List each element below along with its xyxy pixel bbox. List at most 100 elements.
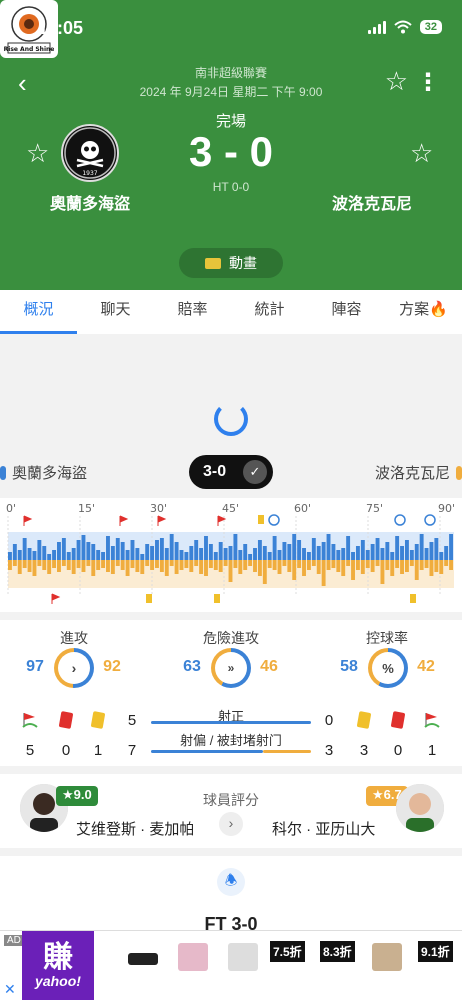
home-momentum-bar	[101, 552, 106, 560]
home-momentum-bar	[71, 548, 76, 560]
ad-tag: AD	[4, 935, 24, 946]
more-menu-icon[interactable]: ⋮	[416, 68, 440, 97]
tab-plans[interactable]: 方案🔥	[385, 290, 462, 334]
away-corners-count: 1	[427, 742, 437, 759]
ad-close-icon[interactable]: ✕	[4, 981, 16, 998]
home-momentum-bar	[223, 548, 228, 560]
away-yellow-card-icon	[354, 710, 374, 730]
home-momentum-bar	[174, 542, 179, 560]
pitch-icon	[205, 257, 221, 269]
home-momentum-bar	[184, 552, 189, 560]
player-ratings[interactable]: ★9.0 艾维登斯 · 麦加帕 球員評分 › ★6.7 科尔 · 亚历山大	[0, 774, 462, 848]
away-momentum-bar	[267, 560, 272, 568]
home-momentum-bar	[351, 552, 355, 560]
tab-lineup[interactable]: 陣容	[308, 290, 385, 334]
home-momentum-bar	[91, 544, 96, 560]
home-momentum-bar	[395, 536, 400, 560]
away-favorite-star-icon[interactable]: ☆	[410, 138, 433, 169]
away-momentum-bar	[429, 560, 434, 576]
home-momentum-bar	[233, 534, 238, 560]
away-momentum-bar	[204, 560, 208, 576]
home-momentum-bar	[238, 550, 243, 560]
away-player-name[interactable]: 科尔 · 亚历山大	[272, 818, 375, 839]
away-momentum-bar	[179, 560, 184, 570]
tab-odds[interactable]: 賠率	[154, 290, 231, 334]
timeline-tick-label: 15'	[78, 502, 95, 515]
product-image[interactable]	[372, 943, 402, 971]
product-image[interactable]	[128, 953, 158, 965]
home-momentum-bar	[86, 542, 91, 560]
home-momentum-bar	[8, 552, 12, 560]
score-pill[interactable]: 3-0 ✓	[189, 455, 273, 489]
home-momentum-bar	[385, 542, 390, 560]
away-momentum-bar	[81, 560, 86, 572]
away-momentum-bar	[27, 560, 32, 572]
svg-text:Rise And Shine: Rise And Shine	[4, 46, 55, 53]
danger-away-value: 46	[260, 658, 278, 675]
away-team-name[interactable]: 波洛克瓦尼	[307, 190, 437, 214]
attack-away-value: 92	[103, 658, 121, 675]
away-momentum-bar	[52, 560, 57, 568]
ratings-chevron-icon[interactable]: ›	[219, 812, 243, 836]
away-momentum-bar	[184, 560, 189, 568]
tab-overview[interactable]: 概況	[0, 290, 77, 334]
away-team-bar-label: 波洛克瓦尼	[375, 462, 462, 483]
home-momentum-bar	[253, 548, 257, 560]
match-header: 11:05 32 ‹ 南非超級聯賽 2024 年 9月24日 星期二 下午 9:…	[0, 0, 462, 290]
battery-indicator: 32	[419, 20, 442, 34]
home-momentum-bar	[208, 544, 213, 560]
signal-icon	[367, 20, 386, 34]
home-momentum-bar	[57, 542, 61, 560]
home-momentum-bar	[326, 534, 331, 560]
home-momentum-bar	[155, 540, 159, 560]
score-pill-text: 3-0	[203, 463, 227, 480]
home-momentum-bar	[449, 534, 453, 560]
away-momentum-bar	[257, 560, 262, 576]
ad-logo[interactable]: 賺 yahoo!	[22, 931, 94, 1000]
away-momentum-bar	[96, 560, 101, 570]
product-image[interactable]	[228, 943, 258, 971]
away-momentum-bar	[115, 560, 120, 566]
timeline-tick-label: 75'	[366, 502, 383, 515]
away-player-avatar[interactable]	[396, 784, 444, 832]
away-momentum-bar	[355, 560, 360, 570]
favorite-match-star-icon[interactable]: ☆	[385, 66, 408, 97]
home-momentum-bar	[243, 544, 248, 560]
away-momentum-bar	[218, 560, 223, 572]
away-momentum-bar	[125, 560, 130, 576]
corner-flag-icon	[119, 515, 129, 526]
home-momentum-bar	[213, 552, 218, 560]
tab-stats[interactable]: 統計	[231, 290, 308, 334]
away-momentum-bar	[444, 560, 449, 566]
home-on-target-count: 5	[127, 712, 137, 729]
home-momentum-bar	[76, 540, 81, 560]
home-momentum-bar	[365, 550, 370, 560]
animation-button[interactable]: 動畫	[179, 248, 283, 278]
away-momentum-bar	[370, 560, 375, 572]
away-momentum-bar	[306, 560, 311, 570]
away-momentum-bar	[213, 560, 218, 570]
ad-banner[interactable]: AD ✕ 賺 yahoo! 7.5折 8.3折 9.1折	[0, 930, 462, 1000]
home-momentum-bar	[115, 538, 120, 560]
tab-chat[interactable]: 聊天	[77, 290, 154, 334]
away-momentum-bar	[282, 560, 287, 566]
away-momentum-bar	[248, 560, 253, 566]
away-momentum-bar	[346, 560, 351, 566]
away-momentum-bar	[375, 560, 380, 566]
home-momentum-bar	[52, 550, 57, 560]
home-player-name[interactable]: 艾维登斯 · 麦加帕	[76, 818, 194, 839]
home-momentum-bar	[444, 546, 449, 560]
timeline-tick-label: 0'	[6, 502, 16, 515]
home-momentum-bar	[331, 544, 336, 560]
away-momentum-bar	[61, 560, 66, 566]
home-momentum-bar	[150, 546, 155, 560]
home-momentum-bar	[267, 552, 272, 560]
home-momentum-bar	[380, 548, 385, 560]
home-momentum-bar	[66, 552, 71, 560]
home-yellow-count: 1	[93, 742, 103, 759]
away-momentum-bar	[292, 560, 297, 580]
home-momentum-bar	[272, 536, 277, 560]
product-image[interactable]	[178, 943, 208, 971]
home-momentum-bar	[130, 540, 135, 560]
home-momentum-bar	[145, 544, 150, 560]
